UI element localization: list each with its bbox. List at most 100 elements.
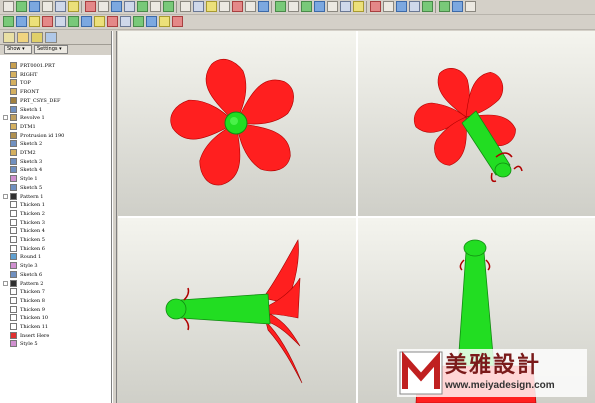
thicken-icon xyxy=(10,236,17,243)
panel-splitter[interactable] xyxy=(112,31,117,403)
toolbar-button-icon[interactable] xyxy=(409,1,420,12)
tree-item[interactable]: TOP xyxy=(2,79,102,87)
folder-browser-tab-icon[interactable] xyxy=(17,32,29,43)
toolbar-button-icon[interactable] xyxy=(452,1,463,12)
toolbar-button-icon[interactable] xyxy=(370,1,381,12)
tree-item[interactable]: Thicken 8 xyxy=(2,296,102,305)
show-dropdown[interactable]: Show ▾ xyxy=(4,45,32,54)
toolbar-button-icon[interactable] xyxy=(3,1,14,12)
toolbar-button-icon[interactable] xyxy=(180,1,191,12)
tree-item[interactable]: Sketch 2 xyxy=(2,140,102,148)
feature-toolbar-button-icon[interactable] xyxy=(42,16,53,27)
toolbar-button-icon[interactable] xyxy=(288,1,299,12)
expand-toggle-icon[interactable] xyxy=(3,115,8,121)
toolbar-button-icon[interactable] xyxy=(439,1,450,12)
tree-item[interactable]: Round 1 xyxy=(2,253,102,261)
viewport-isometric[interactable] xyxy=(358,31,595,216)
tree-item[interactable]: Pattern 2 xyxy=(2,279,102,288)
toolbar-button-icon[interactable] xyxy=(327,1,338,12)
tree-item[interactable]: DTM1 xyxy=(2,122,102,131)
feature-toolbar-button-icon[interactable] xyxy=(159,16,170,27)
tree-item[interactable]: Revolve 1 xyxy=(2,114,102,122)
toolbar-button-icon[interactable] xyxy=(353,1,364,12)
toolbar-button-icon[interactable] xyxy=(245,1,256,12)
connections-tab-icon[interactable] xyxy=(45,32,57,43)
toolbar-button-icon[interactable] xyxy=(314,1,325,12)
tree-item[interactable]: Pattern 1 xyxy=(2,192,102,201)
tree-item[interactable]: Style 5 xyxy=(2,340,102,348)
toolbar-button-icon[interactable] xyxy=(422,1,433,12)
tree-item[interactable]: Sketch 6 xyxy=(2,270,102,279)
feature-toolbar-button-icon[interactable] xyxy=(94,16,105,27)
feature-toolbar-button-icon[interactable] xyxy=(3,16,14,27)
tree-item[interactable]: Thicken 2 xyxy=(2,209,102,218)
tree-item[interactable]: Style 1 xyxy=(2,175,102,183)
expand-toggle-icon[interactable] xyxy=(3,193,8,199)
toolbar-button-icon[interactable] xyxy=(150,1,161,12)
feature-toolbar-button-icon[interactable] xyxy=(29,16,40,27)
toolbar-button-icon[interactable] xyxy=(396,1,407,12)
toolbar-button-icon[interactable] xyxy=(163,1,174,12)
toolbar-button-icon[interactable] xyxy=(301,1,312,12)
model-tree-panel: Show ▾ Settings ▾ PRT0001.PRT RIGHT TOP FRO… xyxy=(0,31,112,403)
feature-toolbar-button-icon[interactable] xyxy=(146,16,157,27)
tree-item[interactable]: Thicken 6 xyxy=(2,244,102,253)
viewport-side[interactable] xyxy=(118,218,356,403)
toolbar-button-icon[interactable] xyxy=(16,1,27,12)
feature-toolbar-button-icon[interactable] xyxy=(55,16,66,27)
toolbar-button-icon[interactable] xyxy=(111,1,122,12)
toolbar-button-icon[interactable] xyxy=(29,1,40,12)
tree-item[interactable]: Insert Here xyxy=(2,331,102,340)
toolbar-button-icon[interactable] xyxy=(340,1,351,12)
tree-item[interactable]: Thicken 5 xyxy=(2,236,102,244)
viewport-front[interactable] xyxy=(118,31,356,216)
tree-item[interactable]: Sketch 1 xyxy=(2,105,102,114)
tree-item[interactable]: PRT_CSYS_DEF xyxy=(2,96,102,105)
tree-item[interactable]: Sketch 3 xyxy=(2,157,102,166)
toolbar-button-icon[interactable] xyxy=(206,1,217,12)
tree-item[interactable]: Protrusion id 190 xyxy=(2,131,102,140)
feature-toolbar-button-icon[interactable] xyxy=(68,16,79,27)
toolbar-button-icon[interactable] xyxy=(98,1,109,12)
toolbar-button-icon[interactable] xyxy=(85,1,96,12)
feature-toolbar-button-icon[interactable] xyxy=(107,16,118,27)
insert-here-icon xyxy=(10,331,17,339)
feature-toolbar-button-icon[interactable] xyxy=(16,16,27,27)
feature-toolbar-button-icon[interactable] xyxy=(172,16,183,27)
tree-item-label: Thicken 6 xyxy=(20,245,45,252)
toolbar-button-icon[interactable] xyxy=(124,1,135,12)
tree-item[interactable]: Sketch 5 xyxy=(2,183,102,192)
toolbar-button-icon[interactable] xyxy=(232,1,243,12)
tree-item[interactable]: Thicken 9 xyxy=(2,305,102,314)
feature-toolbar-button-icon[interactable] xyxy=(133,16,144,27)
toolbar-button-icon[interactable] xyxy=(219,1,230,12)
toolbar-button-icon[interactable] xyxy=(55,1,66,12)
toolbar-button-icon[interactable] xyxy=(383,1,394,12)
toolbar-button-icon[interactable] xyxy=(275,1,286,12)
tree-item[interactable]: Thicken 4 xyxy=(2,227,102,235)
tree-item[interactable]: DTM2 xyxy=(2,149,102,157)
toolbar-button-icon[interactable] xyxy=(193,1,204,12)
model-tree-tab-icon[interactable] xyxy=(3,32,15,43)
tree-item[interactable]: Thicken 10 xyxy=(2,314,102,322)
tree-item[interactable]: Thicken 7 xyxy=(2,288,102,296)
tree-item[interactable]: RIGHT xyxy=(2,70,102,79)
tree-item[interactable]: Sketch 4 xyxy=(2,166,102,174)
feature-toolbar-button-icon[interactable] xyxy=(120,16,131,27)
favorites-tab-icon[interactable] xyxy=(31,32,43,43)
toolbar-button-icon[interactable] xyxy=(465,1,476,12)
tree-item[interactable]: FRONT xyxy=(2,88,102,96)
tree-item[interactable]: Thicken 1 xyxy=(2,201,102,209)
toolbar-button-icon[interactable] xyxy=(137,1,148,12)
tree-item[interactable]: Style 3 xyxy=(2,262,102,270)
feature-toolbar-button-icon[interactable] xyxy=(81,16,92,27)
tree-item[interactable]: Thicken 3 xyxy=(2,218,102,227)
expand-toggle-icon[interactable] xyxy=(3,280,8,286)
toolbar-button-icon[interactable] xyxy=(68,1,79,12)
tree-item[interactable]: PRT0001.PRT xyxy=(2,62,102,70)
round-icon xyxy=(10,253,17,261)
toolbar-button-icon[interactable] xyxy=(42,1,53,12)
toolbar-button-icon[interactable] xyxy=(258,1,269,12)
tree-item[interactable]: Thicken 11 xyxy=(2,323,102,331)
settings-dropdown[interactable]: Settings ▾ xyxy=(34,45,68,54)
